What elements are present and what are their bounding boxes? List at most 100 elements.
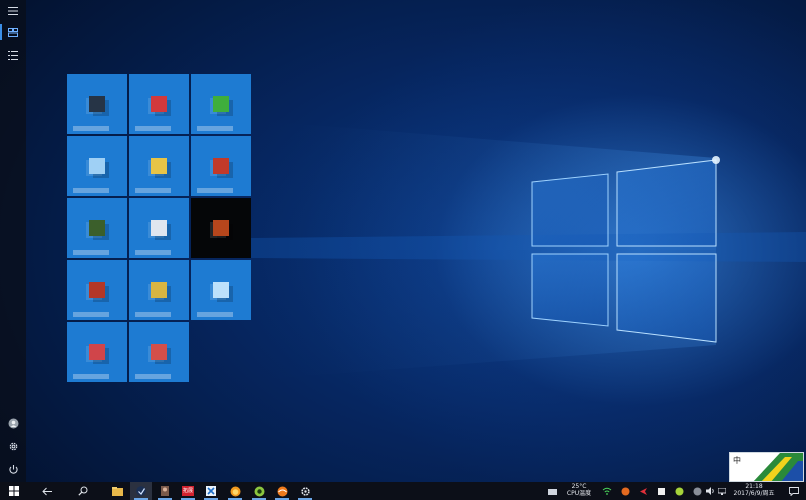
- clock-time: 21:18: [745, 483, 763, 490]
- windows-icon: [9, 486, 19, 496]
- tray-app-3[interactable]: [652, 482, 670, 500]
- green-app-button[interactable]: [248, 482, 270, 500]
- tray-app-2[interactable]: [634, 482, 652, 500]
- file-explorer-button[interactable]: [106, 482, 128, 500]
- app-tile[interactable]: [129, 322, 189, 382]
- blue-app-button[interactable]: [200, 482, 222, 500]
- display-button[interactable]: [716, 482, 728, 500]
- orange-tray-icon: [621, 487, 629, 495]
- app-icon: [151, 96, 167, 112]
- white-tray-icon: [657, 487, 665, 495]
- app-icon: [151, 282, 167, 298]
- blue-app-icon: [206, 486, 216, 496]
- tile-label-blur: [135, 188, 171, 193]
- app-icon: [151, 158, 167, 174]
- app-icon: [213, 158, 229, 174]
- app-tile[interactable]: [67, 322, 127, 382]
- settings-button[interactable]: [0, 435, 26, 457]
- tray-wifi-button[interactable]: [598, 482, 616, 500]
- person-app-button[interactable]: [154, 482, 176, 500]
- cpu-temperature[interactable]: 25°C CPU温度: [563, 483, 595, 497]
- all-apps-button[interactable]: [0, 44, 26, 66]
- menu-button[interactable]: [0, 0, 26, 22]
- green-ball-icon: [254, 486, 264, 496]
- app-tile[interactable]: [191, 198, 251, 258]
- app-icon: [89, 220, 105, 236]
- tile-label-blur: [73, 312, 109, 317]
- temperature-value: 25°C: [571, 483, 587, 490]
- menu-icon: [8, 7, 18, 15]
- tile-label-blur: [135, 374, 171, 379]
- app-tile[interactable]: [67, 136, 127, 196]
- app-tile[interactable]: [129, 198, 189, 258]
- search-button[interactable]: [72, 482, 94, 500]
- app-icon: [213, 96, 229, 112]
- start-button[interactable]: [3, 482, 25, 500]
- red-app-icon: 拓展: [182, 486, 194, 496]
- monitor-icon: [718, 487, 726, 495]
- browser-button[interactable]: [224, 482, 246, 500]
- tile-label-blur: [197, 312, 233, 317]
- app-tile[interactable]: [67, 260, 127, 320]
- green-tray-icon: [675, 487, 683, 495]
- tiles-view-button[interactable]: [0, 21, 26, 43]
- start-tiles: [67, 74, 253, 382]
- tray-app-1[interactable]: [616, 482, 634, 500]
- orange-app-button[interactable]: [271, 482, 293, 500]
- orange-ball-icon: [277, 486, 287, 496]
- app-icon: [89, 96, 105, 112]
- taskbar: 拓展 25°C CPU温度 21:18 2017/6/9/周五: [0, 482, 806, 500]
- action-center-button[interactable]: [784, 482, 804, 500]
- cpu-temp-label: CPU温度: [566, 490, 592, 497]
- tiles-icon: [8, 27, 18, 37]
- device-icon: [547, 488, 557, 495]
- app-icon: [89, 282, 105, 298]
- clock-date: 2017/6/9/周五: [733, 490, 775, 497]
- app-tile[interactable]: [129, 260, 189, 320]
- steam-icon: [136, 486, 146, 496]
- app-tile[interactable]: [191, 260, 251, 320]
- tile-label-blur: [197, 188, 233, 193]
- user-account-button[interactable]: [0, 412, 26, 434]
- tile-label-blur: [135, 312, 171, 317]
- app-icon: [89, 158, 105, 174]
- wifi-icon: [602, 487, 612, 495]
- app-icon: [89, 344, 105, 360]
- red-app-button[interactable]: 拓展: [177, 482, 199, 500]
- tile-label-blur: [73, 126, 109, 131]
- list-icon: [8, 50, 18, 60]
- red-tray-icon: [639, 487, 647, 495]
- steam-button[interactable]: [130, 482, 152, 500]
- tile-label-blur: [135, 126, 171, 131]
- search-icon: [78, 486, 88, 496]
- volume-icon: [706, 487, 714, 495]
- settings-icon: [9, 442, 17, 450]
- app-tile[interactable]: [67, 74, 127, 134]
- user-icon: [8, 418, 18, 428]
- power-button[interactable]: [0, 458, 26, 480]
- app-tile[interactable]: [191, 74, 251, 134]
- corner-sticker-image: 中: [729, 452, 804, 482]
- tile-label-blur: [73, 188, 109, 193]
- person-icon: [161, 486, 169, 496]
- app-tile[interactable]: [191, 136, 251, 196]
- clock[interactable]: 21:18 2017/6/9/周五: [729, 483, 779, 497]
- app-icon: [151, 220, 167, 236]
- tile-label-blur: [135, 250, 171, 255]
- settings-app-button[interactable]: [294, 482, 316, 500]
- tray-app-4[interactable]: [670, 482, 688, 500]
- red-app-label: 拓展: [182, 488, 193, 494]
- tile-label-blur: [197, 126, 233, 131]
- settings-gear-icon: [300, 486, 310, 496]
- power-icon: [8, 464, 18, 474]
- tray-device-button[interactable]: [543, 482, 561, 500]
- file-explorer-icon: [111, 486, 123, 496]
- app-icon: [213, 220, 229, 236]
- app-tile[interactable]: [129, 136, 189, 196]
- firefox-like-icon: [230, 486, 240, 496]
- app-tile[interactable]: [67, 198, 127, 258]
- app-icon: [213, 282, 229, 298]
- gray-tray-icon: [693, 487, 701, 495]
- app-tile[interactable]: [129, 74, 189, 134]
- back-button[interactable]: [36, 482, 58, 500]
